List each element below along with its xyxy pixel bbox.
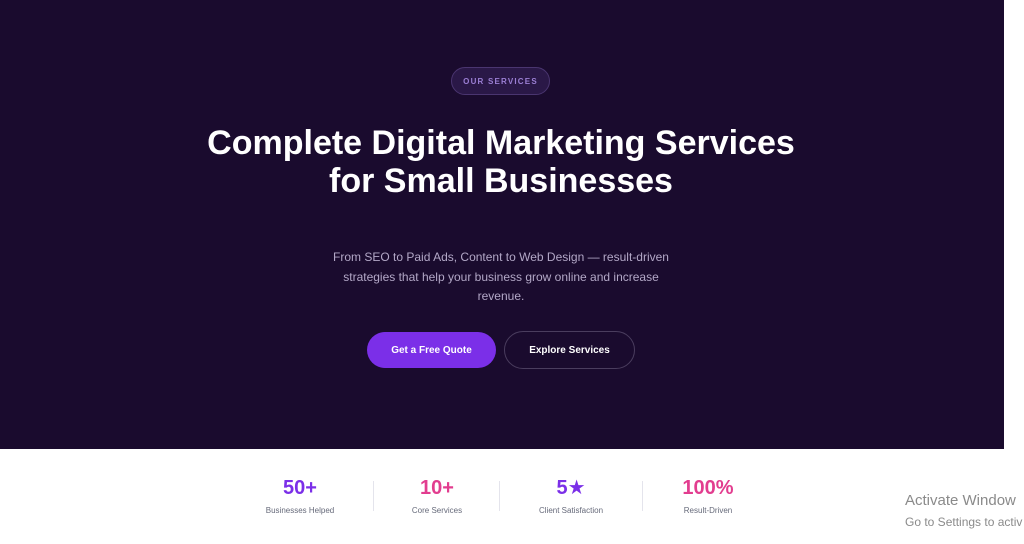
get-quote-button[interactable]: Get a Free Quote [367, 332, 496, 368]
stat-value: 50+ [283, 477, 317, 499]
stats-bar: 50+ Businesses Helped 10+ Core Services … [0, 449, 1004, 544]
stat-label: Businesses Helped [265, 506, 335, 515]
stat-label: Client Satisfaction [538, 506, 604, 515]
watermark-title: Activate Window [905, 492, 1016, 509]
stat-value: 5★ [556, 477, 586, 499]
stat-client-satisfaction: 5★ Client Satisfaction [526, 476, 616, 515]
stat-divider [499, 481, 500, 511]
stat-value: 10+ [420, 477, 454, 499]
stat-label: Result-Driven [683, 506, 733, 515]
activation-watermark: Activate Window Go to Settings to activ [905, 492, 1022, 531]
stat-label: Core Services [411, 506, 463, 515]
section-badge: OUR SERVICES [451, 67, 550, 95]
stat-core-services: 10+ Core Services [392, 476, 482, 515]
hero-section: OUR SERVICES Complete Digital Marketing … [0, 0, 1004, 449]
stat-value: 100% [682, 477, 734, 499]
hero-subtext: From SEO to Paid Ads, Content to Web Des… [333, 250, 669, 303]
stat-result-driven: 100% Result-Driven [663, 476, 753, 515]
stat-businesses-helped: 50+ Businesses Helped [255, 476, 345, 515]
stat-divider [642, 481, 643, 511]
hero-headline: Complete Digital Marketing Services for … [207, 124, 795, 200]
watermark-subtitle: Go to Settings to activ [905, 515, 1023, 529]
stat-divider [373, 481, 374, 511]
explore-services-button[interactable]: Explore Services [504, 331, 635, 369]
scrollbar-gutter [1004, 0, 1024, 449]
